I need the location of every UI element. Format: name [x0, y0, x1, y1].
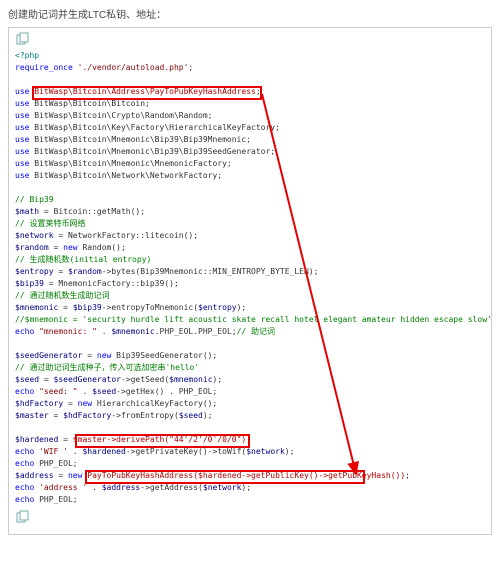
php-code: <?php require_once './vendor/autoload.ph…: [15, 50, 485, 506]
article-title: 创建助记词并生成LTC私钥、地址：: [8, 6, 492, 21]
copy-icon-bottom[interactable]: [15, 510, 31, 524]
copy-icon[interactable]: [15, 32, 31, 46]
code-block: <?php require_once './vendor/autoload.ph…: [8, 27, 492, 535]
